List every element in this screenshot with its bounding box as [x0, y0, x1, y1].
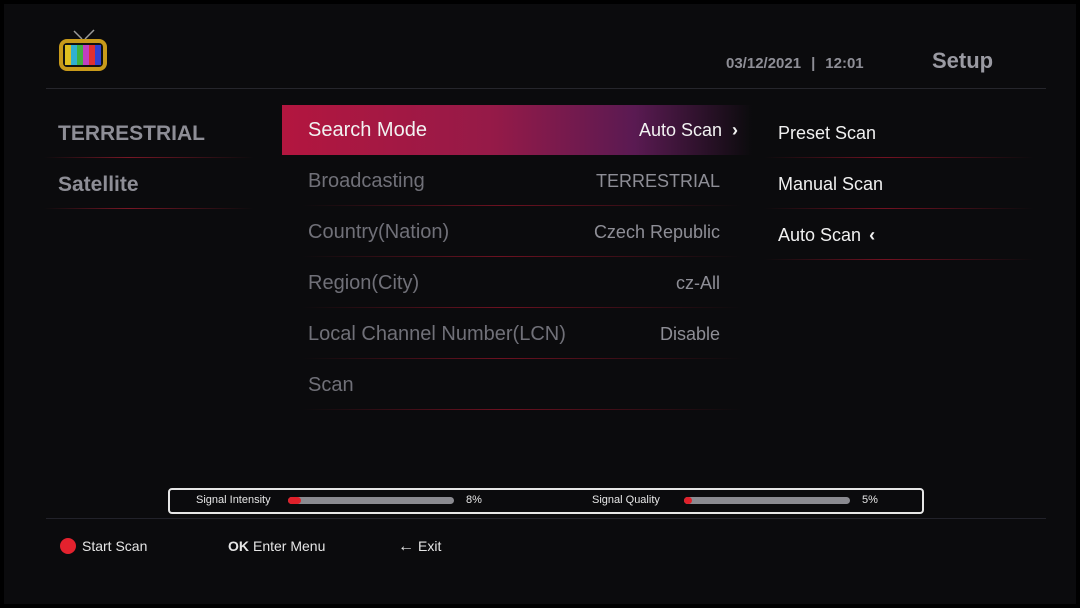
signal-quality-value: 5%: [862, 494, 878, 506]
nav-item-terrestrial[interactable]: TERRESTRIAL: [44, 108, 254, 158]
menu-item-lcn[interactable]: Local Channel Number(LCN) Disable: [282, 309, 752, 359]
start-scan-hint[interactable]: Start Scan: [60, 538, 147, 554]
nav-item-satellite[interactable]: Satellite: [44, 159, 254, 209]
menu-item-label: Country(Nation): [308, 221, 450, 243]
divider: [302, 205, 742, 206]
footer-divider: [46, 518, 1046, 519]
submenu-item-label: Auto Scan: [778, 225, 862, 245]
menu-item-value: TERRESTRIAL: [595, 171, 720, 191]
date-text: 03/12/2021: [726, 55, 802, 72]
signal-intensity-value: 8%: [466, 494, 482, 506]
menu-item-value: Czech Republic: [593, 222, 720, 242]
divider: [302, 409, 742, 410]
menu-item-value: Disable: [659, 324, 720, 344]
date-time-separator: |: [811, 55, 816, 72]
exit-label: Exit: [418, 538, 442, 554]
exit-hint[interactable]: ← Exit: [398, 538, 441, 556]
ok-key-icon: OK: [228, 538, 249, 554]
time-text: 12:01: [825, 55, 864, 72]
submenu-item-label-wrap: Auto Scan ‹: [778, 225, 875, 246]
screen-frame: 03/12/2021 | 12:01 Setup TERRESTRIAL Satel…: [4, 4, 1076, 604]
menu-item-label: Broadcasting: [308, 170, 425, 192]
signal-intensity-label: Signal Intensity: [196, 494, 271, 506]
menu-item-value: Auto Scan ›: [639, 120, 738, 141]
divider: [764, 259, 1034, 260]
divider: [44, 157, 254, 158]
divider: [302, 307, 742, 308]
divider: [302, 256, 742, 257]
start-scan-label: Start Scan: [82, 538, 148, 554]
menu-item-label: Region(City): [308, 272, 420, 294]
signal-intensity-meter: [288, 497, 454, 504]
menu-item-value-text: Auto Scan: [638, 120, 722, 140]
red-button-icon: [60, 538, 76, 554]
submenu-item-label: Manual Scan: [778, 174, 884, 194]
menu-item-country[interactable]: Country(Nation) Czech Republic: [282, 207, 752, 257]
signal-status-bar: Signal Intensity 8% Signal Quality 5%: [168, 488, 924, 514]
nav-item-label: TERRESTRIAL: [58, 122, 205, 145]
tv-icon: [59, 29, 107, 71]
back-arrow-icon: ←: [398, 538, 414, 555]
divider: [44, 208, 254, 209]
menu-item-scan[interactable]: Scan: [282, 360, 752, 410]
menu-item-region[interactable]: Region(City) cz-All: [282, 258, 752, 308]
menu-item-search-mode[interactable]: Search Mode Auto Scan ›: [282, 105, 752, 155]
signal-intensity-fill: [288, 497, 302, 504]
signal-quality-fill: [684, 497, 693, 504]
divider: [764, 208, 1034, 209]
submenu-item-preset-scan[interactable]: Preset Scan: [764, 108, 1034, 158]
enter-menu-hint[interactable]: OK Enter Menu: [228, 538, 325, 554]
page-title: Setup: [932, 48, 994, 73]
menu-item-broadcasting[interactable]: Broadcasting TERRESTRIAL: [282, 156, 752, 206]
menu-item-label: Scan: [308, 374, 354, 396]
menu-item-label: Local Channel Number(LCN): [308, 323, 566, 345]
submenu-item-manual-scan[interactable]: Manual Scan: [764, 159, 1034, 209]
divider: [764, 157, 1034, 158]
menu-item-label: Search Mode: [308, 119, 427, 141]
signal-quality-label: Signal Quality: [592, 494, 660, 506]
chevron-left-icon: ‹: [869, 225, 876, 245]
signal-quality-meter: [684, 497, 850, 504]
header-divider: [46, 88, 1046, 89]
menu-item-value: cz-All: [676, 273, 720, 293]
date-time: 03/12/2021 | 12:01: [726, 55, 864, 72]
divider: [302, 358, 742, 359]
submenu-item-label: Preset Scan: [778, 123, 877, 143]
chevron-right-icon: ›: [732, 120, 738, 140]
enter-menu-label: Enter Menu: [253, 538, 326, 554]
submenu-item-auto-scan[interactable]: Auto Scan ‹: [764, 210, 1034, 260]
nav-item-label: Satellite: [58, 173, 139, 196]
